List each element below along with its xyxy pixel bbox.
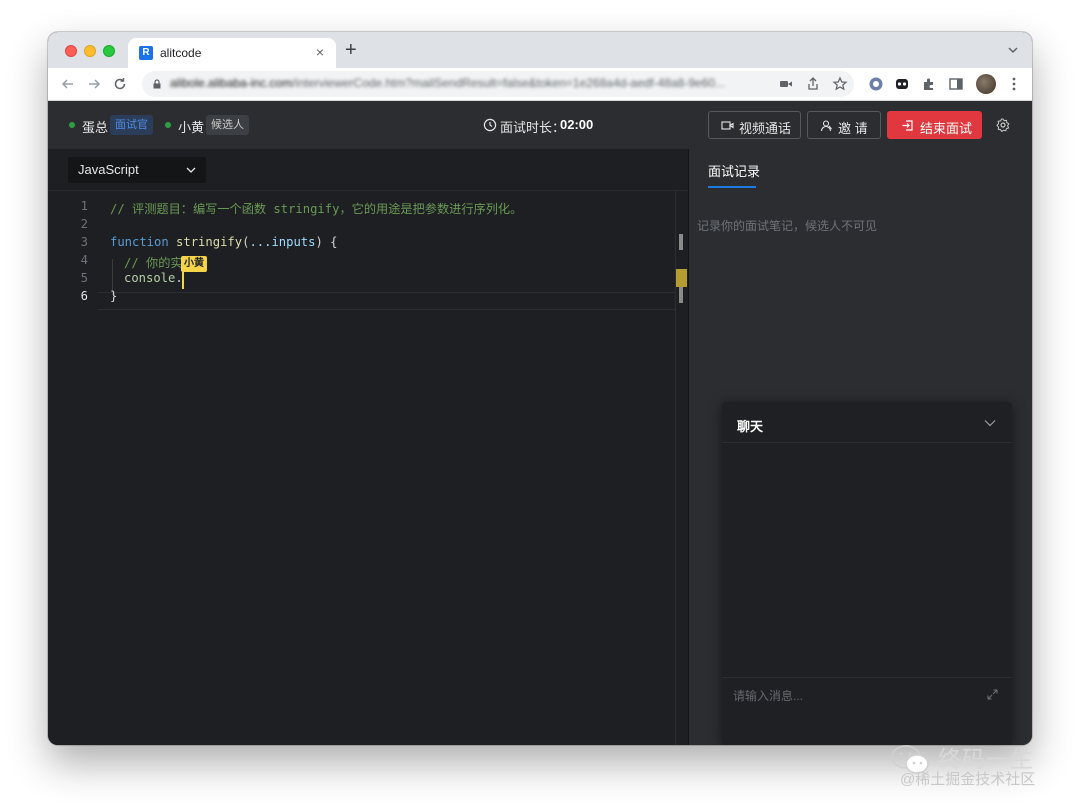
forward-arrow-icon[interactable]	[86, 76, 102, 92]
interview-app: 蛋总 面试官 小黄 候选人 面试时长： 02:00 视频通话 邀 请 结束面试	[48, 101, 1032, 745]
code-line: function stringify(...inputs) {	[110, 235, 338, 249]
tab-strip: R alitcode × +	[48, 32, 1032, 68]
notes-pane: 面试记录 记录你的面试笔记，候选人不可见 聊天 请输入消息...	[689, 149, 1032, 745]
invite-user-icon	[820, 120, 832, 132]
tab-active-indicator	[708, 186, 756, 188]
chat-message-input[interactable]: 请输入消息...	[733, 687, 803, 704]
chat-input-divider	[722, 677, 1012, 678]
extension-o-icon[interactable]	[868, 76, 884, 92]
interviewer-name: 蛋总	[82, 120, 109, 135]
video-call-button[interactable]: 视频通话	[708, 111, 801, 139]
side-panel-icon[interactable]	[948, 76, 964, 92]
lock-icon	[153, 79, 161, 89]
line-number: 2	[80, 217, 88, 231]
line-number: 4	[80, 253, 88, 267]
line-number: 5	[80, 271, 88, 285]
chat-panel: 聊天 请输入消息...	[722, 402, 1012, 745]
chat-header-divider	[722, 442, 1012, 443]
code-line: // 评测题目：编写一个函数 stringify，它的用途是把参数进行序列化。	[110, 202, 523, 216]
clock-icon	[483, 118, 497, 132]
chevron-down-icon[interactable]	[984, 419, 996, 427]
code-editor-pane: JavaScript 1 2 3 4 5 6 // 评测题目：编写一个函数 st…	[48, 149, 688, 745]
bookmark-star-icon[interactable]	[832, 76, 848, 92]
tab-interview-notes[interactable]: 面试记录	[708, 161, 760, 180]
chevron-down-icon	[186, 167, 196, 173]
extension-mask-icon[interactable]	[894, 76, 910, 92]
code-function-name: stringify	[176, 235, 243, 249]
line-number: 1	[80, 199, 88, 213]
current-line-highlight	[98, 292, 676, 310]
share-icon[interactable]	[805, 76, 821, 92]
chat-title: 聊天	[737, 419, 764, 434]
interview-duration-label: 面试时长：	[500, 120, 566, 135]
back-arrow-icon[interactable]	[60, 76, 76, 92]
line-number: 3	[80, 235, 88, 249]
scrollbar-cursor-marker	[676, 269, 687, 287]
gear-icon[interactable]	[996, 118, 1010, 132]
browser-window: R alitcode × + alibole.alibaba-inc.com/i…	[48, 32, 1032, 745]
video-call-label: 视频通话	[739, 121, 792, 136]
favicon-icon: R	[139, 46, 153, 60]
video-camera-icon	[721, 121, 734, 130]
tab-close-icon[interactable]: ×	[312, 44, 328, 60]
language-select[interactable]: JavaScript	[68, 157, 206, 183]
browser-toolbar: alibole.alibaba-inc.com/interviewerCode.…	[48, 68, 1032, 101]
app-topbar: 蛋总 面试官 小黄 候选人 面试时长： 02:00 视频通话 邀 请 结束面试	[48, 101, 1032, 149]
minimize-window-button[interactable]	[84, 45, 96, 57]
code-line: console.	[124, 271, 183, 285]
interviewer-role-badge: 面试官	[110, 115, 153, 135]
close-window-button[interactable]	[65, 45, 77, 57]
profile-avatar[interactable]	[976, 74, 996, 94]
code-line: // 你的实	[124, 256, 183, 270]
invite-button[interactable]: 邀 请	[807, 111, 881, 139]
candidate-role-badge: 候选人	[206, 115, 249, 135]
code-params: ...inputs	[249, 235, 316, 249]
online-status-dot	[69, 122, 75, 128]
notes-input[interactable]: 记录你的面试笔记，候选人不可见	[697, 217, 877, 234]
code-punct: ) {	[315, 235, 338, 249]
code-line: }	[110, 289, 118, 303]
editor-divider	[48, 190, 688, 191]
tab-title: alitcode	[160, 46, 202, 60]
interview-duration-value: 02:00	[560, 117, 594, 132]
camera-icon[interactable]	[778, 76, 794, 92]
invite-label: 邀 请	[838, 121, 868, 136]
code-object: console	[124, 271, 176, 285]
code-keyword: function	[110, 235, 169, 249]
browser-tab[interactable]: R alitcode ×	[128, 38, 336, 68]
address-bar[interactable]: alibole.alibaba-inc.com/interviewerCode.…	[142, 71, 854, 97]
reload-icon[interactable]	[112, 76, 128, 92]
exit-icon	[902, 120, 913, 131]
candidate-name: 小黄	[178, 120, 205, 135]
tab-list-chevron-icon[interactable]	[1008, 45, 1018, 55]
end-interview-button[interactable]: 结束面试	[887, 111, 982, 139]
online-status-dot	[165, 122, 171, 128]
code-area[interactable]: 1 2 3 4 5 6 // 评测题目：编写一个函数 stringify，它的用…	[48, 195, 688, 745]
new-tab-button[interactable]: +	[345, 40, 357, 60]
end-interview-label: 结束面试	[920, 121, 973, 136]
language-select-value: JavaScript	[78, 162, 139, 177]
scrollbar-marker	[679, 234, 683, 250]
expand-icon[interactable]	[987, 689, 998, 700]
more-menu-icon[interactable]	[1006, 76, 1022, 92]
line-number-active: 6	[80, 289, 88, 303]
url-text: alibole.alibaba-inc.com/interviewerCode.…	[170, 76, 726, 90]
scrollbar-marker	[679, 287, 683, 303]
remote-cursor	[182, 272, 184, 289]
watermark-subtitle: @稀土掘金技术社区	[900, 771, 1036, 788]
zoom-window-button[interactable]	[103, 45, 115, 57]
remote-cursor-label: 小黄	[181, 256, 207, 272]
extensions-puzzle-icon[interactable]	[921, 76, 937, 92]
